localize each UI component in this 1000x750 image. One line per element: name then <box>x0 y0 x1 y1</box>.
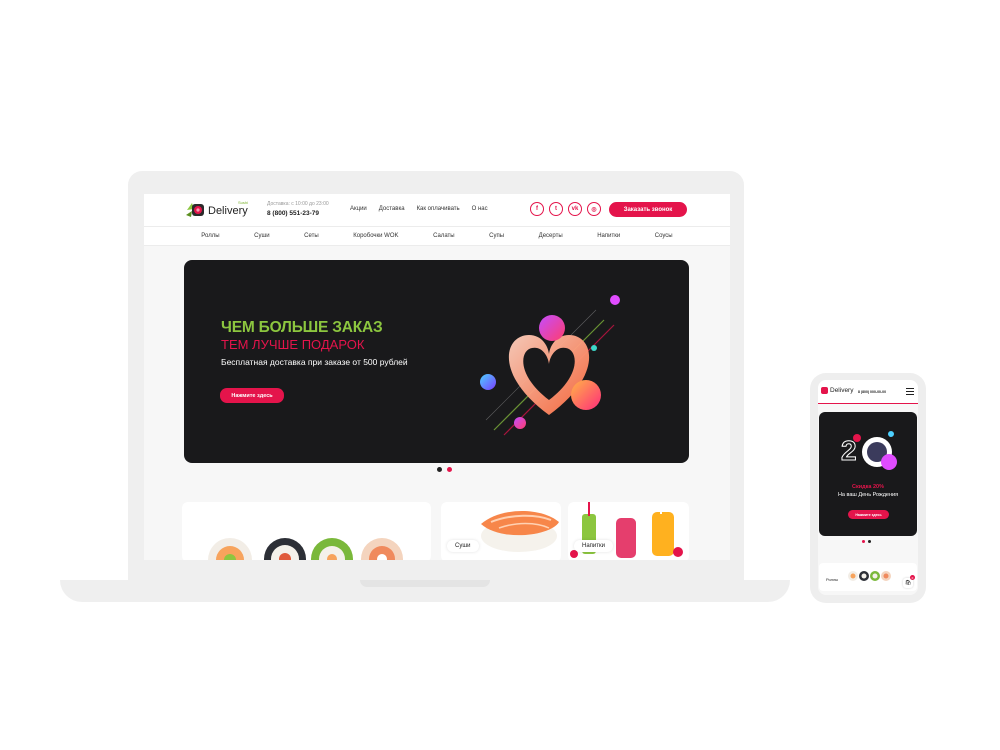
drinks-card[interactable]: Напитки <box>568 502 689 560</box>
mobile-site: Delivery 8 (800) 000-00-00 2 Скидка 20% … <box>818 380 918 595</box>
nav-link-delivery[interactable]: Доставка <box>379 206 405 212</box>
sushi-card[interactable]: Суши <box>441 502 561 560</box>
rolls-image <box>208 538 403 560</box>
rolls-card[interactable] <box>182 502 431 560</box>
request-call-button[interactable]: Заказать звонок <box>609 202 687 217</box>
category-sushi[interactable]: Суши <box>254 233 270 239</box>
hero-subtitle: Бесплатная доставка при заказе от 500 ру… <box>221 357 408 367</box>
category-desserts[interactable]: Десерты <box>539 233 563 239</box>
hero-cta-button[interactable]: Нажмите здесь <box>220 388 284 403</box>
shrimp-heart-illustration <box>480 295 620 436</box>
hero-title-line2: ТЕМ ЛУЧШЕ ПОДАРОК <box>221 337 365 352</box>
hero-title-line1: ЧЕМ БОЛЬШЕ ЗАКАЗ <box>221 319 383 336</box>
social-links: f t vk ◎ <box>530 202 601 216</box>
desktop-site: Sushi Delivery Доставка: с 10:00 до 23:0… <box>144 194 730 560</box>
mobile-header: Delivery 8 (800) 000-00-00 <box>818 380 918 404</box>
category-nav: Роллы Суши Сеты Коробочки WOK Салаты Суп… <box>144 226 730 246</box>
category-soups[interactable]: Супы <box>489 233 504 239</box>
card-label-sushi: Суши <box>447 540 479 552</box>
logo-text: Delivery <box>208 205 248 217</box>
mobile-hero-subtitle: На ваш День Рождения <box>837 492 899 498</box>
slide-dot-2[interactable] <box>447 467 452 472</box>
mobile-hero-banner: 2 Скидка 20% На ваш День Рождения Нажмит… <box>819 412 917 536</box>
phone-number[interactable]: 8 (800) 551-23-79 <box>267 210 319 217</box>
nav-link-payment[interactable]: Как оплачивать <box>417 206 460 212</box>
mobile-card-label-rolls: Роллы <box>826 577 839 582</box>
instagram-icon[interactable]: ◎ <box>587 202 601 216</box>
hero-banner: ЧЕМ БОЛЬШЕ ЗАКАЗ ТЕМ ЛУЧШЕ ПОДАРОК Беспл… <box>184 260 689 463</box>
birthday-20-illustration: 2 <box>841 431 897 470</box>
logo-icon <box>186 203 204 217</box>
site-header: Sushi Delivery Доставка: с 10:00 до 23:0… <box>144 194 730 226</box>
category-drinks[interactable]: Напитки <box>597 233 620 239</box>
laptop-notch <box>360 580 490 587</box>
site-logo[interactable]: Sushi Delivery <box>186 199 252 221</box>
cart-count-badge: 0 <box>910 575 915 580</box>
nav-link-about[interactable]: О нас <box>472 206 488 212</box>
mobile-logo[interactable]: Delivery <box>821 387 853 394</box>
mockup-stage: Sushi Delivery Доставка: с 10:00 до 23:0… <box>0 0 1000 750</box>
hamburger-menu-icon[interactable] <box>906 388 914 395</box>
mobile-hero-cta-button[interactable]: Нажмите здесь <box>848 510 889 519</box>
mobile-hero-title: Скидка 20% <box>852 484 884 490</box>
mobile-slide-dot-1[interactable] <box>862 540 865 543</box>
facebook-icon[interactable]: f <box>530 202 544 216</box>
slide-dot-1[interactable] <box>437 467 442 472</box>
header-nav: Акции Доставка Как оплачивать О нас <box>350 206 488 212</box>
card-label-drinks: Напитки <box>574 540 613 552</box>
mobile-hero-pagination <box>862 540 871 543</box>
category-salads[interactable]: Салаты <box>433 233 455 239</box>
category-rolls[interactable]: Роллы <box>201 233 219 239</box>
category-sauces[interactable]: Соусы <box>655 233 673 239</box>
category-sets[interactable]: Сеты <box>304 233 319 239</box>
twitter-icon[interactable]: t <box>549 202 563 216</box>
mobile-phone-number[interactable]: 8 (800) 000-00-00 <box>858 390 886 394</box>
mobile-slide-dot-2[interactable] <box>868 540 871 543</box>
category-wok[interactable]: Коробочки WOK <box>353 233 398 239</box>
mobile-rolls-image <box>848 571 891 581</box>
hero-pagination <box>437 467 452 472</box>
logo-icon <box>821 387 828 394</box>
mobile-logo-text: Delivery <box>830 387 854 394</box>
vk-icon[interactable]: vk <box>568 202 582 216</box>
delivery-hours: Доставка: с 10:00 до 23:00 <box>267 201 329 207</box>
mobile-rolls-card[interactable]: Роллы <box>819 563 917 591</box>
nav-link-promos[interactable]: Акции <box>350 206 367 212</box>
